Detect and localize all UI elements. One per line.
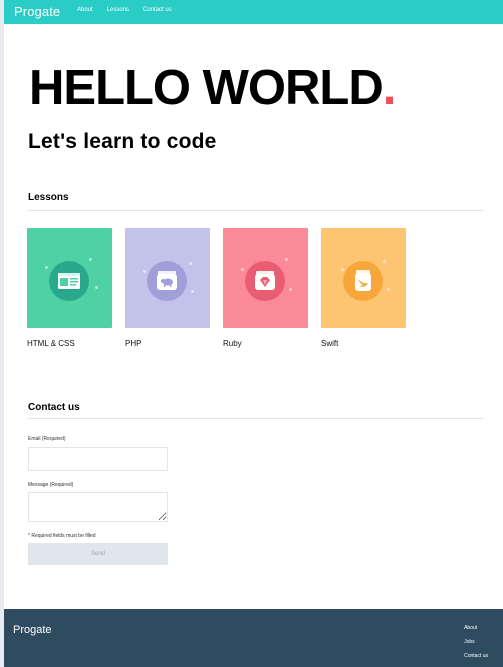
- lessons-heading: Lessons: [28, 192, 69, 203]
- hero-subtitle: Let's learn to code: [28, 130, 217, 153]
- lesson-card-php[interactable]: [125, 228, 210, 328]
- footer-links: About Jobs Contact us: [464, 625, 488, 667]
- footer-logo[interactable]: Progate: [13, 624, 52, 636]
- lesson-card-swift[interactable]: [321, 228, 406, 328]
- message-field[interactable]: [28, 492, 168, 522]
- hero-title: HELLO WORLD.: [29, 61, 397, 115]
- lessons-divider: [28, 210, 483, 211]
- nav-lessons-link[interactable]: Lessons: [107, 7, 129, 13]
- nav-contact-link[interactable]: Contact us: [143, 7, 172, 13]
- browser-window-icon: [49, 261, 89, 301]
- footer: Progate About Jobs Contact us: [4, 609, 503, 667]
- header-logo[interactable]: Progate: [14, 4, 60, 19]
- footer-about-link[interactable]: About: [464, 625, 488, 631]
- top-header: Progate About Lessons Contact us: [4, 0, 503, 24]
- gem-jar-icon: [245, 261, 285, 301]
- email-field[interactable]: [28, 447, 168, 471]
- nav-about-link[interactable]: About: [77, 7, 93, 13]
- required-note: * Required fields must be filled: [28, 533, 96, 539]
- footer-contact-link[interactable]: Contact us: [464, 653, 488, 659]
- email-label: Email (Required): [28, 436, 66, 442]
- hero-title-text: HELLO WORLD: [29, 61, 384, 115]
- message-label: Message (Required): [28, 482, 74, 488]
- contact-heading: Contact us: [28, 402, 80, 413]
- top-nav: About Lessons Contact us: [77, 7, 172, 13]
- lesson-label-html-css[interactable]: HTML & CSS: [27, 339, 75, 348]
- hero-title-dot: .: [382, 61, 397, 115]
- send-button[interactable]: Send: [28, 543, 168, 565]
- lesson-card-html-css[interactable]: [27, 228, 112, 328]
- lesson-label-ruby[interactable]: Ruby: [223, 339, 242, 348]
- footer-jobs-link[interactable]: Jobs: [464, 639, 488, 645]
- page: Progate About Lessons Contact us HELLO W…: [4, 0, 503, 667]
- contact-divider: [28, 418, 483, 419]
- lesson-label-php[interactable]: PHP: [125, 339, 141, 348]
- lesson-label-swift[interactable]: Swift: [321, 339, 338, 348]
- lesson-card-ruby[interactable]: [223, 228, 308, 328]
- swift-bird-jar-icon: [343, 261, 383, 301]
- elephant-jar-icon: [147, 261, 187, 301]
